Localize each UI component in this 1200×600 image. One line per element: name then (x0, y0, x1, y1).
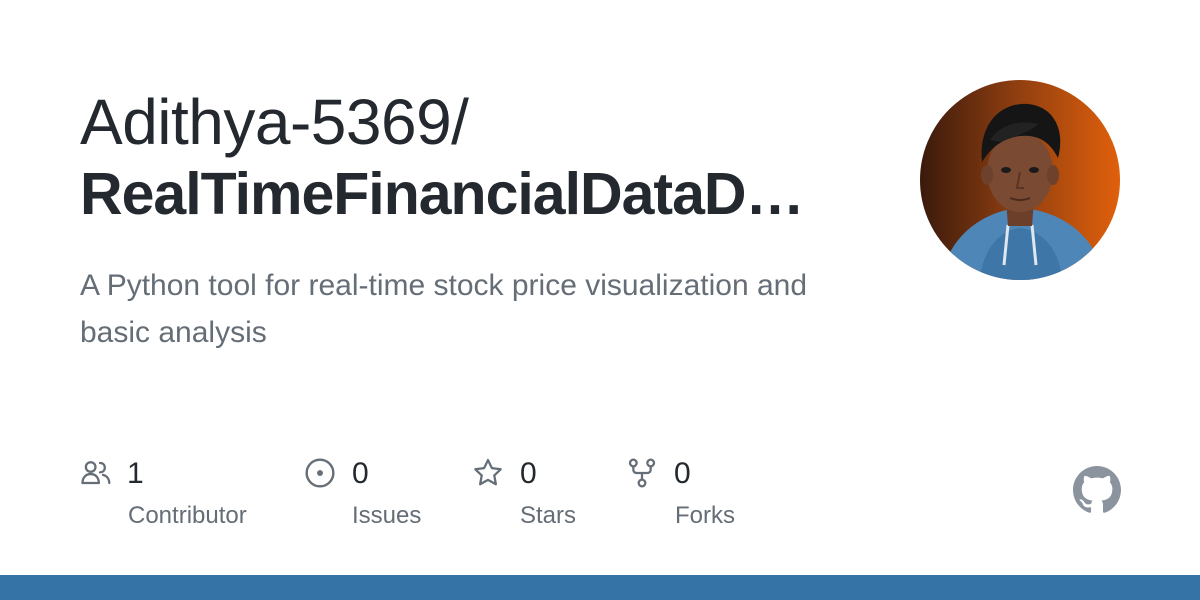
stat-contributors-value: 1 (127, 457, 144, 490)
language-bar (0, 575, 1200, 600)
repo-title: Adithya-5369/ RealTimeFinancialDataD… (80, 86, 870, 230)
stat-issues-value: 0 (352, 457, 369, 490)
avatar-portrait (940, 103, 1105, 280)
repo-stats: 1 Contributor 0 Issues 0 Stars 0 Forks (80, 455, 840, 545)
owner-avatar[interactable] (920, 80, 1120, 280)
stat-stars-value: 0 (520, 457, 537, 490)
repo-description: A Python tool for real-time stock price … (80, 269, 808, 349)
stat-forks-value: 0 (674, 457, 691, 490)
people-icon (81, 461, 111, 485)
star-icon (474, 458, 502, 486)
repo-name[interactable]: RealTimeFinancialDataD… (80, 158, 840, 230)
stat-contributors-label: Contributor (128, 502, 247, 529)
stat-issues-label: Issues (352, 502, 422, 529)
issue-opened-icon (305, 458, 335, 488)
stat-stars-label: Stars (520, 502, 577, 529)
github-mark-icon[interactable] (1073, 466, 1121, 514)
stat-forks-label: Forks (675, 502, 735, 529)
repo-forked-icon (628, 458, 656, 488)
repo-owner[interactable]: Adithya-5369/ (80, 86, 870, 158)
repo-social-card: Adithya-5369/ RealTimeFinancialDataD… A … (0, 0, 1200, 600)
